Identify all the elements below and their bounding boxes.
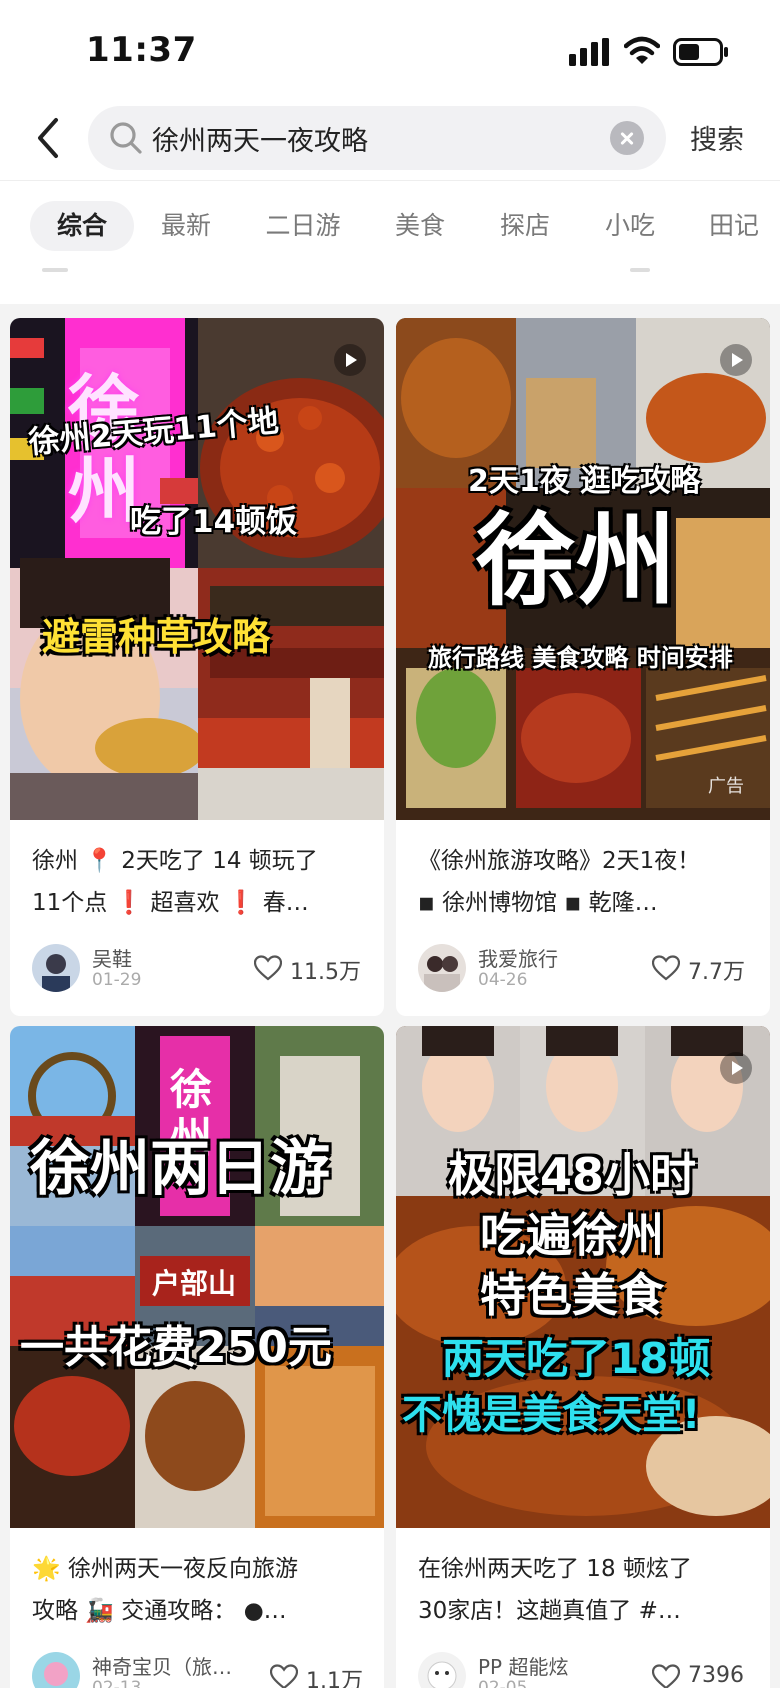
- top-bar: 11:37 徐州两天一夜攻略 搜索 综合 最新 二日游 美食 探店 小吃 田记: [0, 0, 780, 268]
- cover-overlay-subtitle: 一共花费250元: [20, 1322, 332, 1373]
- author-name[interactable]: PP 超能炫: [478, 1651, 568, 1680]
- avatar[interactable]: [418, 944, 466, 992]
- heart-icon[interactable]: [652, 955, 680, 981]
- card-title[interactable]: 徐州 📍 2天吃了 14 顿玩了 11个点 ❗ 超喜欢 ❗ 春…: [32, 840, 372, 924]
- heart-icon[interactable]: [652, 1664, 680, 1688]
- video-play-icon: [720, 1052, 752, 1084]
- card-cover-image[interactable]: 徐州 徐州2天玩11个地 吃了14顿饭 避雷种草攻略: [10, 318, 384, 820]
- like-count: 7.7万: [688, 960, 745, 985]
- cover-overlay-line-5: 不愧是美食天堂!: [402, 1392, 701, 1438]
- card-title-line-1: 《徐州旅游攻略》2天1夜！: [418, 848, 701, 874]
- wifi-icon: [624, 36, 660, 64]
- avatar[interactable]: [32, 944, 80, 992]
- tab-snacks[interactable]: 小吃: [590, 201, 670, 251]
- cover-overlay-subtitle: 旅行路线 美食攻略 时间安排: [428, 644, 733, 672]
- partial-previous-row: [0, 268, 780, 304]
- note-card[interactable]: 极限48小时 吃遍徐州 特色美食 两天吃了18顿 不愧是美食天堂! 在徐州两天吃…: [396, 1026, 770, 1688]
- status-time: 11:37: [86, 30, 197, 70]
- search-row: 徐州两天一夜攻略 搜索: [0, 100, 780, 180]
- cover-photo-collage: [10, 318, 384, 820]
- cover-sign-text-2: 户部山: [152, 1267, 237, 1300]
- search-input[interactable]: 徐州两天一夜攻略: [88, 106, 666, 170]
- post-date: 02-05: [478, 1678, 528, 1688]
- cover-overlay-line-4: 两天吃了18顿: [442, 1334, 711, 1383]
- tab-latest[interactable]: 最新: [146, 201, 226, 251]
- avatar[interactable]: [32, 1652, 80, 1688]
- author-name[interactable]: 吴鞋: [92, 943, 132, 972]
- cover-overlay-banner: 避雷种草攻略: [42, 615, 271, 659]
- video-play-icon: [720, 344, 752, 376]
- tab-shop-visit[interactable]: 探店: [485, 201, 565, 251]
- post-date: 04-26: [478, 970, 528, 990]
- note-card[interactable]: 2天1夜 逛吃攻略 徐州 旅行路线 美食攻略 时间安排 广告 《徐州旅游攻略》2…: [396, 318, 770, 1016]
- filter-tabs: 综合 最新 二日游 美食 探店 小吃 田记: [0, 180, 780, 268]
- card-title[interactable]: 在徐州两天吃了 18 顿炫了 30家店！这趟真值了 #…: [418, 1548, 758, 1632]
- card-cover-image[interactable]: 2天1夜 逛吃攻略 徐州 旅行路线 美食攻略 时间安排 广告: [396, 318, 770, 820]
- card-title-line-1: 🌟 徐州两天一夜反向旅游: [32, 1556, 298, 1582]
- battery-icon: [673, 38, 728, 66]
- card-cover-image[interactable]: 徐州 户部山 徐州两日游 一共花费250元: [10, 1026, 384, 1528]
- video-play-icon: [334, 344, 366, 376]
- like-count: 1.1万: [306, 1669, 363, 1688]
- card-title-line-2: 30家店！这趟真值了 #…: [418, 1598, 681, 1624]
- search-button[interactable]: 搜索: [690, 118, 744, 157]
- clear-search-icon[interactable]: [610, 121, 644, 155]
- tab-comprehensive[interactable]: 综合: [30, 201, 134, 251]
- ad-label: 广告: [708, 776, 744, 797]
- back-arrow-icon[interactable]: [32, 114, 64, 162]
- heart-icon[interactable]: [254, 955, 282, 981]
- note-card[interactable]: 徐州 户部山 徐州两日游 一共花费250元 🌟 徐州两天一夜反向旅游 攻略 🚂 …: [10, 1026, 384, 1688]
- cover-overlay-line-1: 极限48小时: [448, 1148, 697, 1202]
- status-bar: 11:37: [0, 0, 780, 100]
- like-count: 7396: [688, 1663, 744, 1688]
- tab-diary[interactable]: 田记: [694, 201, 774, 251]
- post-date: 02-13: [92, 1678, 142, 1688]
- card-title-line-2: 11个点 ❗ 超喜欢 ❗ 春…: [32, 890, 309, 916]
- avatar[interactable]: [418, 1652, 466, 1688]
- cellular-signal-icon: [569, 38, 609, 66]
- card-cover-image[interactable]: 极限48小时 吃遍徐州 特色美食 两天吃了18顿 不愧是美食天堂!: [396, 1026, 770, 1528]
- card-title[interactable]: 🌟 徐州两天一夜反向旅游 攻略 🚂 交通攻略： ●…: [32, 1548, 372, 1632]
- search-icon: [110, 122, 142, 154]
- author-name[interactable]: 神奇宝贝（旅…: [92, 1651, 232, 1680]
- cover-overlay-title: 徐州两日游: [30, 1134, 330, 1204]
- cover-overlay-city: 徐州: [476, 502, 676, 619]
- cover-overlay-line-2: 吃遍徐州: [480, 1208, 664, 1262]
- note-card[interactable]: 徐州 徐州2天玩11个地 吃了14顿饭 避雷种草攻略 徐州 📍 2天吃了 14 …: [10, 318, 384, 1016]
- post-date: 01-29: [92, 970, 142, 990]
- search-query[interactable]: 徐州两天一夜攻略: [152, 119, 368, 158]
- author-name[interactable]: 我爱旅行: [478, 943, 558, 972]
- tab-two-day-trip[interactable]: 二日游: [252, 201, 354, 251]
- card-title-line-1: 在徐州两天吃了 18 顿炫了: [418, 1556, 692, 1582]
- tab-food[interactable]: 美食: [380, 201, 460, 251]
- card-title[interactable]: 《徐州旅游攻略》2天1夜！ ◾ 徐州博物馆 ◾ 乾隆…: [418, 840, 758, 924]
- heart-icon[interactable]: [270, 1664, 298, 1688]
- cover-overlay-title: 2天1夜 逛吃攻略: [468, 464, 701, 499]
- like-count: 11.5万: [290, 960, 361, 985]
- cover-overlay-subtitle: 吃了14顿饭: [130, 504, 298, 540]
- cover-overlay-line-3: 特色美食: [480, 1268, 664, 1322]
- card-title-line-2: ◾ 徐州博物馆 ◾ 乾隆…: [418, 890, 658, 916]
- card-title-line-1: 徐州 📍 2天吃了 14 顿玩了: [32, 848, 318, 874]
- card-title-line-2: 攻略 🚂 交通攻略： ●…: [32, 1598, 287, 1624]
